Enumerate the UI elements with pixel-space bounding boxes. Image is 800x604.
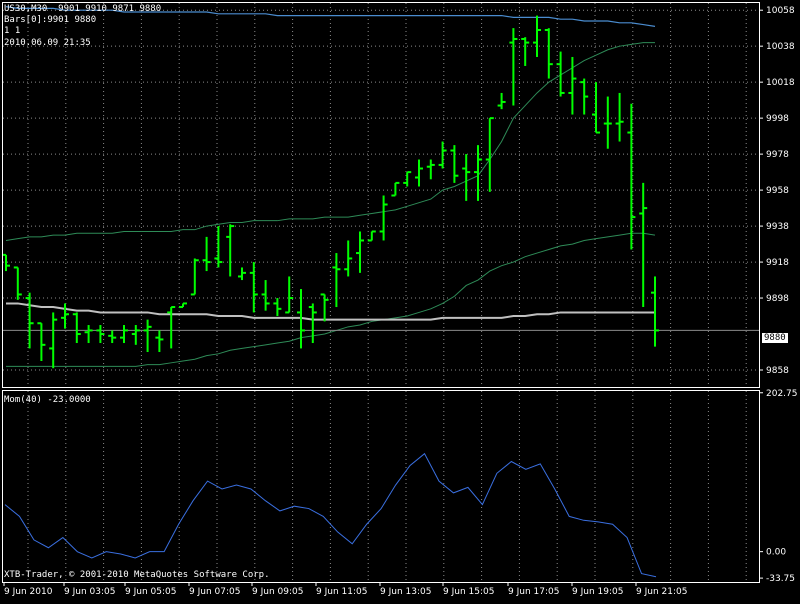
y-tick-label: 10018 — [766, 78, 795, 88]
ohlc-bar — [615, 92, 624, 142]
ohlc-bar — [450, 145, 459, 183]
ohlc-bar — [521, 37, 530, 66]
ohlc-bar — [273, 298, 282, 317]
ohlc-bar — [556, 51, 565, 97]
main-plot-frame — [2, 2, 760, 388]
ratio-info-line: 1 1 — [4, 26, 21, 36]
trading-chart-window: 10058 10038 10018 9998 9978 9958 9938 9918 9898 9… — [0, 0, 800, 600]
ohlc-bar — [72, 312, 81, 344]
ohlc-bar — [332, 253, 341, 308]
mom-y-tick-label: -33.75 — [766, 574, 795, 584]
x-tick-label: 9 Jun 21:05 — [636, 587, 687, 597]
y-tick-label: 9938 — [766, 222, 789, 232]
x-tick-label: 9 Jun 05:05 — [125, 587, 176, 597]
ohlc-bar — [190, 258, 199, 296]
symbol-info-line: US30,M30 9901 9910 9871 9880 — [4, 4, 162, 14]
ohlc-bar — [627, 103, 636, 250]
x-tick-label: 9 Jun 2010 — [4, 587, 53, 597]
ohlc-bar — [415, 159, 423, 187]
x-tick-label: 9 Jun 15:05 — [443, 587, 494, 597]
ohlc-bar — [155, 330, 164, 353]
ohlc-bar — [2, 253, 10, 272]
ohlc-bar — [120, 325, 128, 344]
ohlc-bar — [603, 96, 612, 149]
ohlc-bar — [226, 224, 235, 277]
y-tick-label: 10058 — [766, 6, 795, 16]
chart-svg: 10058 10038 10018 9998 9978 9958 9938 9918 9898 9… — [2, 2, 798, 597]
ohlc-bar — [462, 154, 471, 201]
upper-envelope-line — [5, 42, 655, 241]
ohlc-bar — [214, 226, 223, 268]
ohlc-bar — [356, 231, 364, 273]
x-tick-label: 9 Jun 09:05 — [252, 587, 303, 597]
x-tick-label: 9 Jun 19:05 — [572, 587, 623, 597]
y-tick-label: 10038 — [766, 42, 795, 52]
ohlc-bar — [509, 28, 518, 106]
current-price-marker: 9880 — [762, 333, 788, 343]
ohlc-bar — [426, 159, 435, 180]
y-tick-label: 9898 — [766, 294, 789, 304]
ohlc-bar — [438, 141, 447, 169]
ohlc-bar — [261, 280, 270, 311]
ohlc-bar — [474, 145, 482, 201]
axis-layer: 10058 10038 10018 9998 9978 9958 9938 9918 9898 9… — [3, 6, 798, 597]
ohlc-bar — [497, 92, 506, 110]
ohlc-bar — [533, 15, 541, 57]
ohlc-bar — [344, 240, 353, 277]
ohlc-bar — [143, 319, 152, 353]
ohlc-bar — [391, 181, 400, 197]
x-tick-label: 9 Jun 11:05 — [316, 587, 367, 597]
datetime-info-line: 2010.06.09 21:35 — [4, 38, 91, 48]
ohlc-bar — [131, 325, 140, 345]
ohlc-bar — [367, 230, 376, 242]
x-tick-label: 9 Jun 03:05 — [64, 587, 115, 597]
series-layer — [3, 6, 760, 367]
y-tick-label: 9958 — [766, 186, 789, 196]
grid-layer — [3, 3, 760, 583]
ohlc-bar — [13, 266, 22, 300]
y-tick-label: 9998 — [766, 114, 789, 124]
indicator-label: Mom(40) -23.0000 — [4, 395, 91, 405]
ohlc-bar — [403, 171, 412, 187]
y-tick-label: 9858 — [766, 366, 789, 376]
x-tick-label: 9 Jun 17:05 — [508, 587, 559, 597]
x-tick-label: 9 Jun 07:05 — [189, 587, 240, 597]
mom-y-tick-label: 202.75 — [766, 389, 798, 399]
ohlc-bar — [108, 330, 117, 344]
ohlc-bar — [202, 236, 211, 272]
ohlc-bar — [285, 276, 294, 314]
ohlc-bar — [25, 292, 34, 349]
ohlc-bar — [580, 78, 589, 115]
ohlc-bar — [61, 303, 69, 329]
frame-layer — [2, 2, 760, 583]
ohlc-bar — [37, 322, 46, 362]
ohlc-bar — [308, 303, 317, 344]
ohlc-bar — [179, 302, 187, 309]
ohlc-bar — [49, 312, 58, 369]
mom-y-tick-label: 0.00 — [766, 548, 786, 558]
ohlc-bar — [249, 262, 258, 313]
ohlc-bar — [238, 267, 246, 281]
ohlc-bar — [544, 28, 553, 79]
copyright-text: XTB-Trader, © 2001-2010 MetaQuotes Softw… — [4, 570, 270, 580]
ohlc-bar — [592, 82, 600, 134]
ohlc-bar — [639, 182, 648, 308]
x-tick-label: 9 Jun 13:05 — [380, 587, 431, 597]
bars-info-line: Bars[0]:9901 9880 — [4, 15, 97, 25]
ohlc-bar — [84, 325, 93, 344]
y-tick-label: 9978 — [766, 150, 789, 160]
ohlc-bar — [379, 195, 388, 241]
y-tick-label: 9918 — [766, 258, 789, 268]
